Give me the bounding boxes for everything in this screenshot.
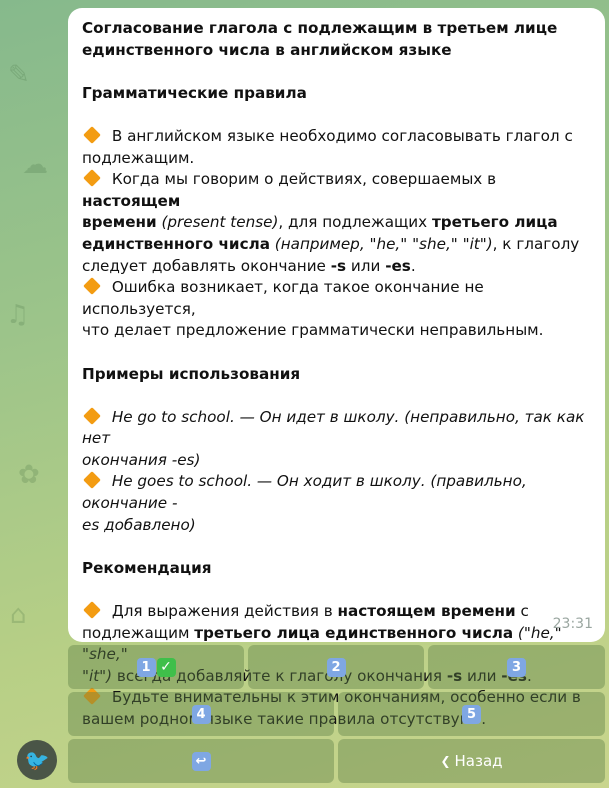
background-doodle-icon: ⌂	[10, 600, 27, 630]
example-item: He goes to school. — Он ходит в школу. (…	[82, 471, 527, 534]
answer-button-1[interactable]: 1 ✓	[68, 645, 244, 689]
check-mark-icon: ✓	[156, 657, 176, 677]
orange-diamond-icon	[83, 601, 101, 619]
bot-avatar[interactable]: 🐦	[17, 740, 57, 780]
rule-item: В английском языке необходимо согласовыв…	[82, 126, 573, 167]
keycap-digit-icon: 2	[326, 657, 346, 677]
chevron-left-icon: ❮	[440, 754, 451, 768]
background-doodle-icon: ✿	[18, 460, 40, 490]
message-bubble: Согласование глагола с подлежащим в трет…	[68, 8, 605, 728]
bird-avatar-icon: 🐦	[24, 748, 50, 772]
answer-button-5[interactable]: 5	[338, 692, 605, 736]
rule-item: Когда мы говорим о действиях, совершаемы…	[82, 169, 580, 275]
keycap-digit-icon: 3	[507, 657, 526, 677]
rule-item: Ошибка возникает, когда такое окончание …	[82, 277, 544, 340]
answer-button-3[interactable]: 3	[428, 645, 605, 689]
return-arrow-icon: ↩	[191, 751, 211, 771]
section-heading-examples: Примеры использования	[82, 364, 301, 383]
keycap-digit-icon: 5	[462, 704, 481, 724]
keycap-digit-icon: 1	[136, 657, 156, 677]
background-doodle-icon: ✎	[8, 60, 30, 90]
back-button[interactable]: ❮ Назад	[338, 739, 605, 783]
example-item: He go to school. — Он идет в школу. (неп…	[82, 406, 585, 469]
section-heading-rules: Грамматические правила	[82, 83, 307, 102]
orange-diamond-icon	[83, 169, 101, 187]
orange-diamond-icon	[83, 406, 101, 425]
orange-diamond-icon	[83, 471, 101, 490]
background-doodle-icon: ☁	[22, 150, 48, 180]
background-doodle-icon: ♫	[6, 300, 30, 330]
message-title: Согласование глагола с подлежащим в трет…	[82, 19, 558, 59]
message-timestamp: 23:31	[552, 616, 593, 633]
back-button-label: Назад	[454, 752, 503, 770]
answer-button-4[interactable]: 4	[68, 692, 334, 736]
answer-button-2[interactable]: 2	[248, 645, 424, 689]
return-button[interactable]: ↩	[68, 739, 334, 783]
section-heading-recommendation: Рекомендация	[82, 558, 212, 577]
orange-diamond-icon	[83, 277, 101, 295]
orange-diamond-icon	[83, 126, 101, 144]
keycap-digit-icon: 4	[191, 704, 211, 724]
